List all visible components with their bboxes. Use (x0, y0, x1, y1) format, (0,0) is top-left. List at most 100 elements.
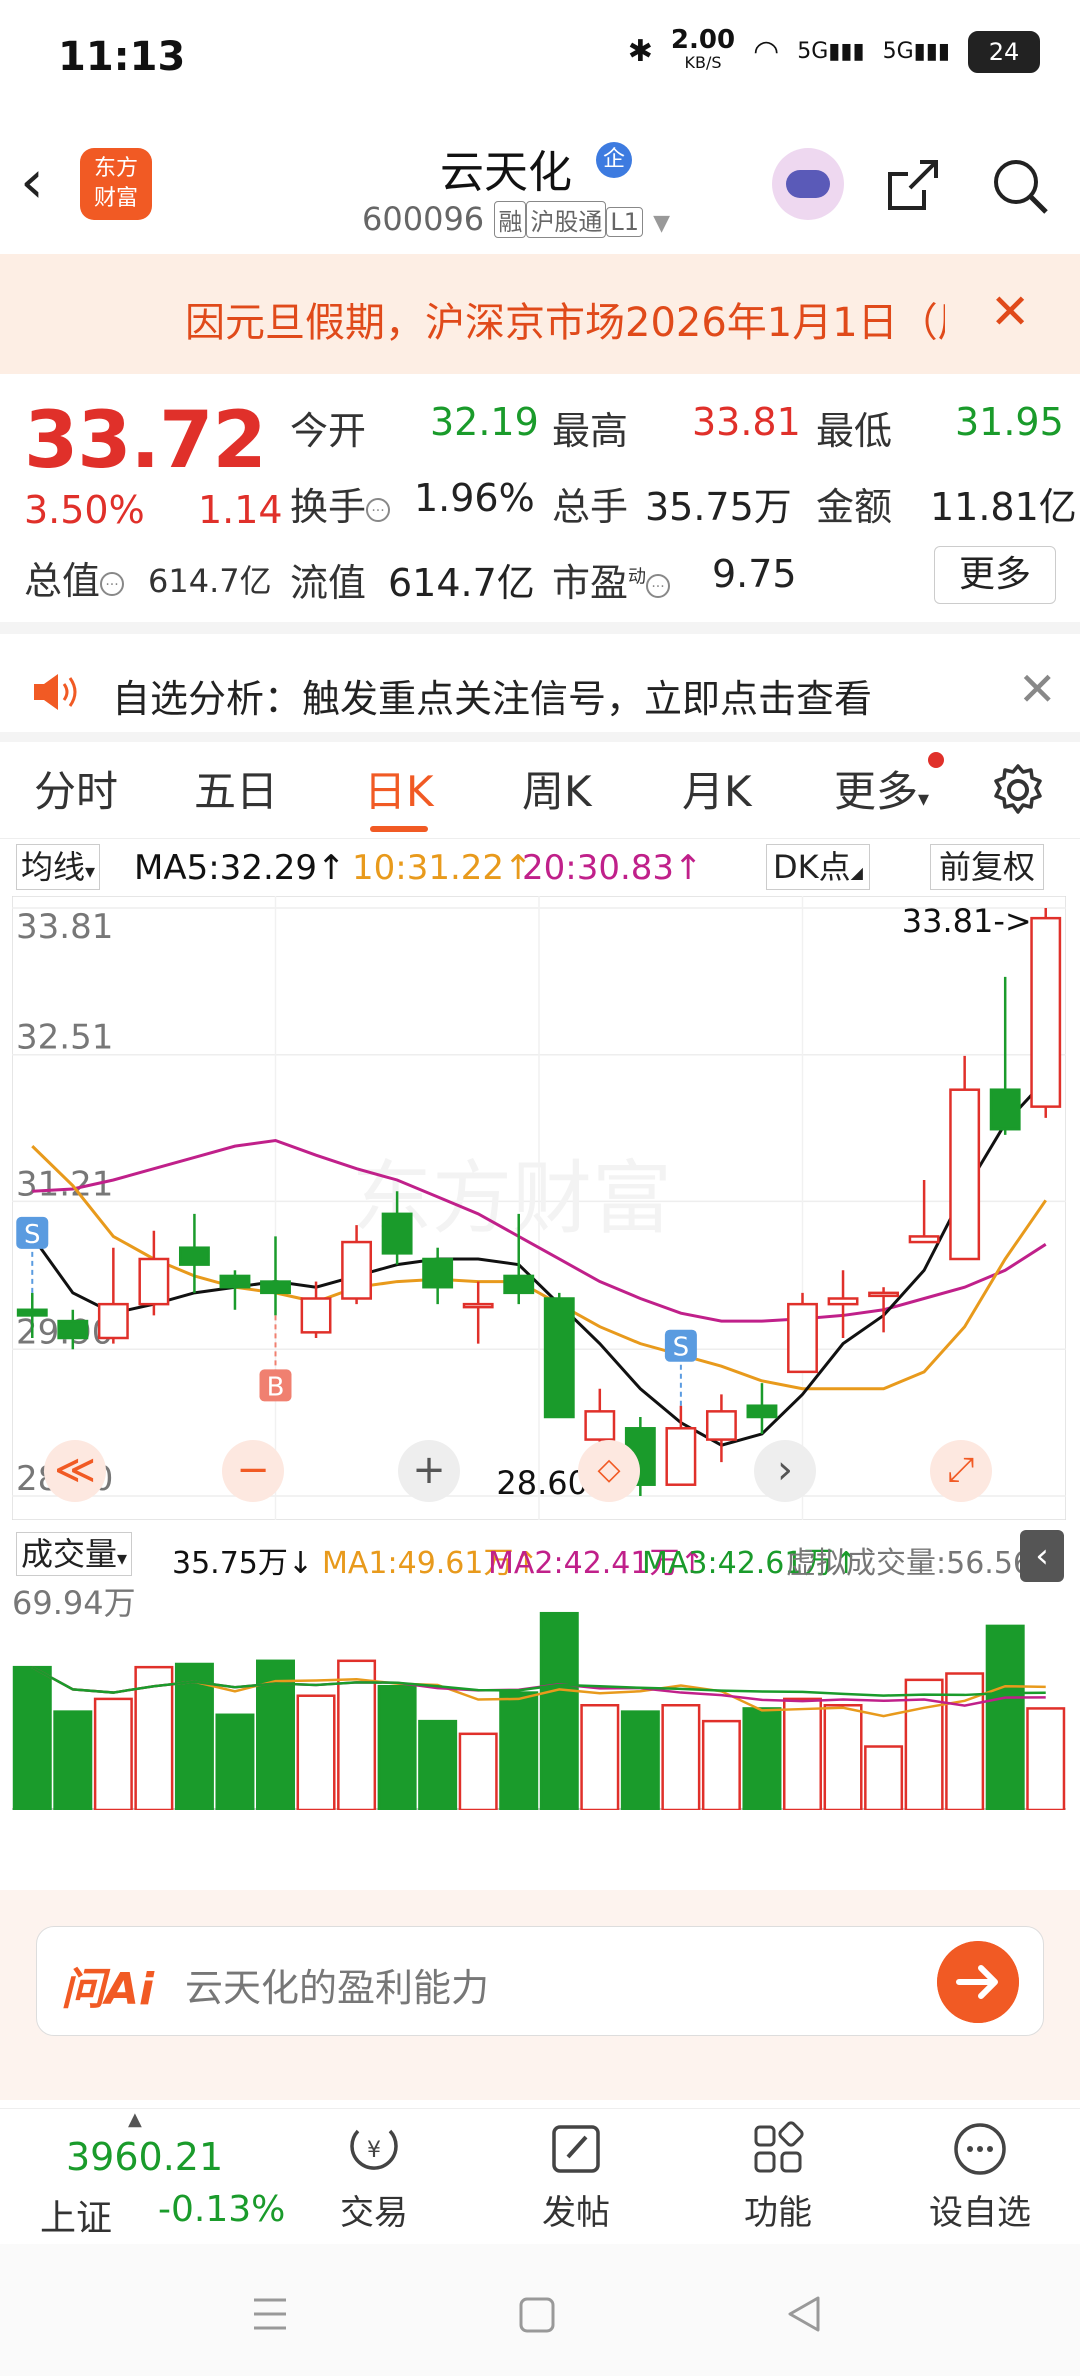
close-icon[interactable]: ✕ (1018, 662, 1057, 716)
home-icon[interactable] (518, 2296, 556, 2334)
search-icon[interactable] (988, 154, 1052, 218)
divider (0, 622, 1080, 634)
tab-more[interactable]: 更多▾ (834, 758, 929, 819)
back-button[interactable]: ‹ (20, 152, 80, 222)
market-cap[interactable]: 总值 ··· (24, 550, 125, 605)
holiday-notice[interactable]: 因元旦假期，沪深京市场2026年1月1日（周 ✕ (0, 254, 1080, 374)
zoom-in-button[interactable]: + (398, 1440, 460, 1502)
close-icon[interactable]: ✕ (990, 284, 1030, 340)
pe-value: 9.75 (712, 552, 797, 596)
status-time: 11:13 (58, 34, 186, 80)
app-logo: 东方 财富 (80, 148, 152, 220)
candle-body (827, 1297, 859, 1306)
low-value: 31.95 (955, 400, 1064, 444)
next-button[interactable]: › (754, 1440, 816, 1502)
stock-name: 云天化 (440, 147, 572, 198)
volume-bar (377, 1684, 417, 1810)
candle-body (381, 1212, 413, 1255)
turnover-label[interactable]: 换手 ··· (290, 476, 391, 531)
speaker-icon (34, 674, 77, 710)
more-button[interactable]: 更多 (934, 546, 1056, 604)
candle-body (462, 1302, 494, 1309)
volume-bar (823, 1704, 863, 1810)
marker-label: S (24, 1220, 41, 1250)
nav-add-watchlist[interactable]: 设自选 (900, 2119, 1060, 2234)
volume-bar (1026, 1707, 1066, 1810)
change-amount: 1.14 (198, 488, 283, 532)
tab-monthly-k[interactable]: 月K (682, 758, 752, 819)
grid-icon (754, 2121, 804, 2173)
volume-indicator-select[interactable]: 成交量▾ (16, 1532, 133, 1576)
tab-intraday[interactable]: 分时 (34, 758, 118, 819)
dk-point-select[interactable]: DK点◢ (766, 844, 870, 890)
collapse-chevron-icon[interactable]: ‹ (1020, 1530, 1064, 1582)
info-icon: ··· (366, 497, 391, 522)
tab-five-day[interactable]: 五日 (194, 758, 278, 819)
candle-body (503, 1274, 535, 1295)
tag-hk-connect: 沪股通 (526, 201, 607, 238)
candle-body (341, 1240, 373, 1300)
info-icon: ··· (100, 571, 125, 596)
watchlist-alert[interactable]: 自选分析：触发重点关注信号，立即点击查看 ✕ (0, 634, 1080, 744)
volume-bar (985, 1624, 1025, 1810)
turnover-value: 1.96% (414, 476, 535, 520)
high-label: 最高 (552, 409, 629, 453)
prev-button[interactable]: ◇ (578, 1440, 640, 1502)
arrow-right-icon[interactable] (937, 1941, 1019, 2023)
candle-body (300, 1297, 332, 1334)
candle-body (746, 1404, 778, 1419)
volume-bar (620, 1710, 660, 1810)
ai-logo: 问Ai (61, 1964, 155, 2015)
pe-label[interactable]: 市盈动 ··· (552, 552, 671, 607)
status-bar: 11:13 ✱ 2.00 KB/S ◠ 5G▮▮▮ 5G▮▮▮ 24 (0, 0, 1080, 110)
nav-trade[interactable]: ¥ 交易 (294, 2119, 454, 2234)
nav-post[interactable]: 发帖 (496, 2119, 656, 2234)
volume-bar (418, 1719, 458, 1810)
volume-bar (783, 1697, 822, 1810)
volume-total: 35.75万↓ (172, 1546, 314, 1581)
tab-daily-k[interactable]: 日K (364, 758, 434, 819)
indicator-select[interactable]: 均线▾ (16, 844, 101, 890)
volume-label: 总手 (552, 485, 629, 529)
stock-code-line[interactable]: 600096 融沪股通 L1 ▼ (362, 200, 670, 238)
ai-question-box[interactable]: 问Ai 云天化的盈利能力 (36, 1926, 1044, 2036)
candle-body (543, 1297, 575, 1419)
x-axis (0, 1812, 1080, 1868)
tag-level: L1 (606, 207, 643, 237)
expand-icon[interactable]: ⤢ (930, 1440, 992, 1502)
volume-bar (539, 1611, 579, 1810)
svg-text:¥: ¥ (367, 2138, 381, 2163)
ai-robot-icon[interactable] (772, 148, 844, 220)
volume-bar (93, 1697, 133, 1810)
tag-margin: 融 (494, 201, 527, 238)
tab-weekly-k[interactable]: 周K (522, 758, 592, 819)
market-cap-value: 614.7亿 (148, 562, 272, 600)
status-icons: ✱ 2.00 KB/S ◠ 5G▮▮▮ 5G▮▮▮ 24 (628, 27, 1040, 73)
vol-max-label: 69.94万 (12, 1584, 136, 1622)
low-label: 最低 (816, 409, 893, 453)
gear-icon[interactable] (990, 762, 1046, 818)
share-icon[interactable] (880, 154, 944, 218)
stock-header: ‹ 东方 财富 云天化 企 600096 融沪股通 L1 ▼ (0, 118, 1080, 255)
scroll-left-button[interactable]: ≪ (44, 1440, 106, 1502)
y-tick-label: 33.81 (16, 907, 113, 947)
adjust-select[interactable]: 前复权 (930, 844, 1045, 890)
index-value[interactable]: 3960.21 (66, 2135, 223, 2179)
nav-functions[interactable]: 功能 (698, 2119, 858, 2234)
volume-chart[interactable]: 69.94万 (12, 1584, 1066, 1810)
back-triangle-icon[interactable] (784, 2294, 824, 2334)
volume-bar (12, 1665, 52, 1810)
kline-chart[interactable]: 33.8132.5131.2129.9028.60 东方财富 33.81->28… (12, 896, 1066, 1520)
open-value: 32.19 (430, 400, 539, 444)
open-label: 今开 (290, 409, 367, 453)
volume-bar (580, 1704, 620, 1810)
menu-icon[interactable] (250, 2296, 290, 2332)
zoom-out-button[interactable]: − (222, 1440, 284, 1502)
volume-bar (661, 1704, 701, 1810)
candle-body (705, 1410, 737, 1441)
float-value: 614.7亿 (388, 561, 535, 605)
candle-body (260, 1280, 291, 1295)
candle-body (1030, 916, 1062, 1108)
divider (0, 732, 1080, 742)
current-price: 33.72 (24, 396, 267, 486)
